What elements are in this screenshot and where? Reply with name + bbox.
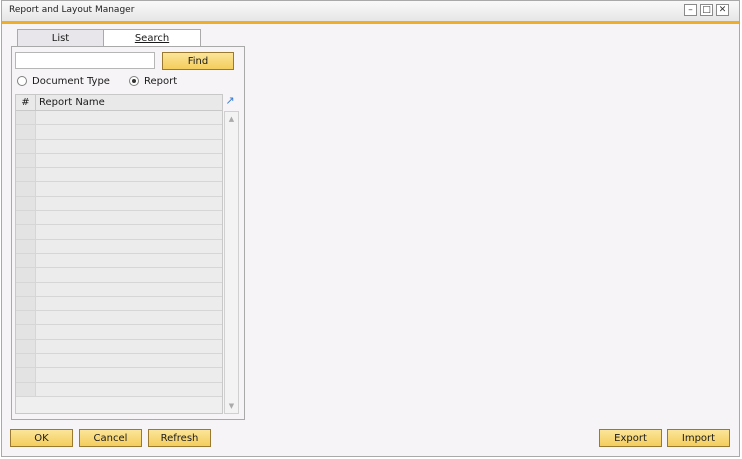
scroll-down-icon[interactable]: ▼ bbox=[225, 400, 238, 412]
row-number-cell[interactable] bbox=[16, 225, 36, 239]
radio-report-label: Report bbox=[144, 75, 178, 87]
column-header-report-name[interactable]: Report Name bbox=[36, 95, 222, 110]
report-name-cell[interactable] bbox=[36, 211, 222, 225]
report-name-cell[interactable] bbox=[36, 125, 222, 139]
row-number-cell[interactable] bbox=[16, 139, 36, 153]
scroll-up-icon[interactable]: ▲ bbox=[225, 113, 238, 125]
column-header-number[interactable]: # bbox=[16, 95, 36, 110]
row-number-cell[interactable] bbox=[16, 339, 36, 354]
export-button[interactable]: Export bbox=[599, 429, 662, 447]
table-row[interactable] bbox=[16, 196, 222, 212]
table-row[interactable] bbox=[16, 268, 222, 283]
row-number-cell[interactable] bbox=[16, 311, 36, 325]
report-grid: # Report Name bbox=[15, 94, 223, 414]
refresh-button-label: Refresh bbox=[160, 432, 199, 444]
report-name-cell[interactable] bbox=[36, 196, 222, 211]
row-number-cell[interactable] bbox=[16, 296, 36, 311]
ok-button[interactable]: OK bbox=[10, 429, 73, 447]
table-row[interactable] bbox=[16, 225, 222, 240]
report-name-cell[interactable] bbox=[36, 325, 222, 339]
row-number-cell[interactable] bbox=[16, 168, 36, 182]
report-name-cell[interactable] bbox=[36, 111, 222, 125]
row-number-cell[interactable] bbox=[16, 282, 36, 296]
table-row[interactable] bbox=[16, 368, 222, 383]
row-number-cell[interactable] bbox=[16, 211, 36, 225]
radio-document-type[interactable]: Document Type bbox=[17, 74, 110, 88]
search-input[interactable] bbox=[15, 52, 155, 69]
row-number-cell[interactable] bbox=[16, 325, 36, 339]
table-row[interactable] bbox=[16, 125, 222, 140]
table-row[interactable] bbox=[16, 211, 222, 226]
tab-search[interactable]: Search bbox=[103, 29, 201, 47]
report-name-cell[interactable] bbox=[36, 282, 222, 296]
grid-rows bbox=[16, 111, 222, 413]
find-button-label: Find bbox=[187, 55, 209, 67]
radio-report[interactable]: Report bbox=[129, 74, 177, 88]
grid-header: # Report Name bbox=[16, 95, 222, 111]
table-row[interactable] bbox=[16, 296, 222, 312]
report-name-cell[interactable] bbox=[36, 168, 222, 182]
table-row[interactable] bbox=[16, 111, 222, 126]
row-number-cell[interactable] bbox=[16, 268, 36, 282]
table-row[interactable] bbox=[16, 354, 222, 369]
report-name-cell[interactable] bbox=[36, 139, 222, 153]
report-name-cell[interactable] bbox=[36, 239, 222, 253]
report-name-cell[interactable] bbox=[36, 382, 222, 396]
row-number-cell[interactable] bbox=[16, 182, 36, 196]
row-number-cell[interactable] bbox=[16, 354, 36, 368]
close-icon[interactable]: ✕ bbox=[716, 4, 729, 16]
table-row[interactable] bbox=[16, 153, 222, 169]
row-number-cell[interactable] bbox=[16, 253, 36, 268]
radio-document-type-indicator[interactable] bbox=[17, 76, 27, 86]
report-layout-manager-window: Report and Layout Manager – □ ✕ List Sea… bbox=[1, 0, 740, 457]
find-button[interactable]: Find bbox=[162, 52, 234, 70]
tab-list[interactable]: List bbox=[17, 29, 104, 46]
table-row[interactable] bbox=[16, 311, 222, 326]
table-row[interactable] bbox=[16, 239, 222, 254]
row-number-cell[interactable] bbox=[16, 368, 36, 382]
report-name-cell[interactable] bbox=[36, 354, 222, 368]
table-row[interactable] bbox=[16, 182, 222, 197]
radio-document-type-label: Document Type bbox=[32, 75, 110, 87]
cancel-button-label: Cancel bbox=[93, 432, 128, 444]
table-row[interactable] bbox=[16, 168, 222, 183]
table-row[interactable] bbox=[16, 382, 222, 397]
report-name-cell[interactable] bbox=[36, 268, 222, 282]
row-number-cell[interactable] bbox=[16, 382, 36, 396]
report-name-cell[interactable] bbox=[36, 182, 222, 196]
report-name-cell[interactable] bbox=[36, 296, 222, 311]
grid-scrollbar[interactable]: ▲ ▼ bbox=[224, 111, 239, 414]
table-row[interactable] bbox=[16, 282, 222, 297]
table-row[interactable] bbox=[16, 325, 222, 340]
row-number-cell[interactable] bbox=[16, 196, 36, 211]
report-name-cell[interactable] bbox=[36, 368, 222, 382]
import-button[interactable]: Import bbox=[667, 429, 730, 447]
row-number-cell[interactable] bbox=[16, 125, 36, 139]
table-row[interactable] bbox=[16, 339, 222, 355]
row-number-cell[interactable] bbox=[16, 153, 36, 168]
tab-search-label: Search bbox=[134, 33, 170, 44]
title-accent-bar bbox=[2, 21, 739, 24]
table-row[interactable] bbox=[16, 253, 222, 269]
radio-report-indicator[interactable] bbox=[129, 76, 139, 86]
table-row[interactable] bbox=[16, 139, 222, 154]
tab-list-label: List bbox=[51, 32, 70, 44]
minimize-icon[interactable]: – bbox=[684, 4, 697, 16]
expand-icon[interactable]: ↗ bbox=[224, 94, 236, 107]
row-number-cell[interactable] bbox=[16, 111, 36, 125]
ok-button-label: OK bbox=[34, 432, 49, 444]
maximize-icon[interactable]: □ bbox=[700, 4, 713, 16]
window-title: Report and Layout Manager bbox=[9, 5, 135, 15]
report-name-cell[interactable] bbox=[36, 339, 222, 354]
export-button-label: Export bbox=[614, 432, 647, 444]
refresh-button[interactable]: Refresh bbox=[148, 429, 211, 447]
report-name-cell[interactable] bbox=[36, 311, 222, 325]
cancel-button[interactable]: Cancel bbox=[79, 429, 142, 447]
report-name-cell[interactable] bbox=[36, 253, 222, 268]
report-name-cell[interactable] bbox=[36, 153, 222, 168]
import-button-label: Import bbox=[681, 432, 716, 444]
title-bar: Report and Layout Manager – □ ✕ bbox=[2, 1, 739, 24]
report-name-cell[interactable] bbox=[36, 225, 222, 239]
row-number-cell[interactable] bbox=[16, 239, 36, 253]
